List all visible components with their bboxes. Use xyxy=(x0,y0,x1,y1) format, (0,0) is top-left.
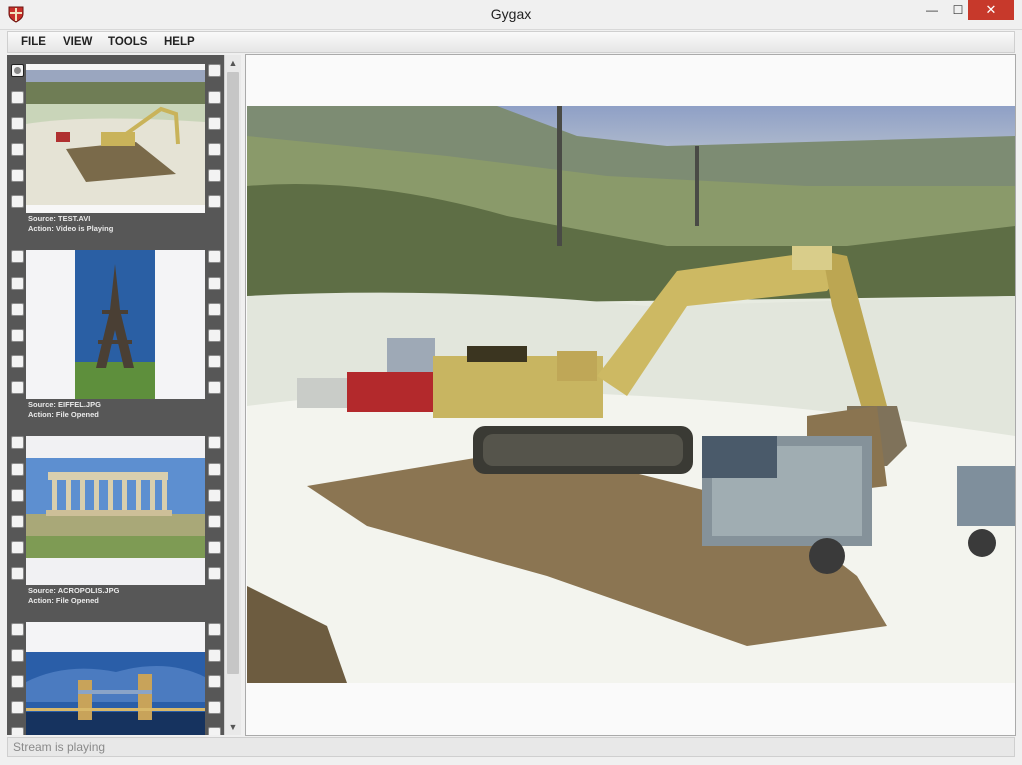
sprocket-hole xyxy=(208,250,221,263)
sprocket-hole xyxy=(208,567,221,580)
sprocket-hole xyxy=(208,91,221,104)
sprocket-hole xyxy=(208,303,221,316)
menu-help[interactable]: HELP xyxy=(164,36,195,48)
sprocket-hole xyxy=(11,329,24,342)
sprocket-hole xyxy=(11,623,24,636)
sprocket-hole xyxy=(11,381,24,394)
frame-source-label: Source: ACROPOLIS.JPG xyxy=(28,586,120,595)
window-title: Gygax xyxy=(490,6,532,22)
scroll-up-arrow-icon[interactable]: ▲ xyxy=(225,55,241,71)
film-strip-scrollbar[interactable]: ▲ ▼ xyxy=(224,55,241,735)
sprocket-hole xyxy=(208,117,221,130)
tower-bridge-thumbnail xyxy=(26,622,205,735)
status-bar: Stream is playing xyxy=(7,737,1015,757)
sprocket-hole xyxy=(11,727,24,735)
sprocket-hole xyxy=(208,463,221,476)
film-frame-test-avi[interactable] xyxy=(26,64,205,213)
main-viewer[interactable] xyxy=(245,54,1016,736)
sprocket-hole xyxy=(208,489,221,502)
title-bar: Gygax — ☐ ✕ xyxy=(0,0,1022,30)
menu-bar: FILE VIEW TOOLS HELP xyxy=(7,31,1015,53)
menu-tools[interactable]: TOOLS xyxy=(108,36,147,48)
sprocket-hole xyxy=(11,195,24,208)
sprocket-hole xyxy=(11,515,24,528)
sprocket-hole xyxy=(208,675,221,688)
sprocket-hole xyxy=(208,195,221,208)
eiffel-tower-thumbnail xyxy=(26,250,205,399)
sprocket-hole xyxy=(208,623,221,636)
sprocket-hole xyxy=(11,649,24,662)
sprocket-hole xyxy=(208,277,221,290)
sprocket-hole xyxy=(208,381,221,394)
sprocket-hole xyxy=(11,436,24,449)
sprocket-hole xyxy=(208,649,221,662)
menu-view[interactable]: VIEW xyxy=(63,36,92,48)
sprocket-hole xyxy=(208,169,221,182)
sprocket-hole xyxy=(11,489,24,502)
video-frame xyxy=(247,106,1015,683)
frame-action-label: Action: File Opened xyxy=(28,410,99,419)
sprocket-hole xyxy=(208,143,221,156)
sprocket-hole xyxy=(208,727,221,735)
frame-select-radio[interactable] xyxy=(11,64,24,77)
sprocket-hole xyxy=(208,515,221,528)
sprocket-hole xyxy=(11,463,24,476)
film-frame-eiffel-jpg[interactable] xyxy=(26,250,205,399)
excavator-thumbnail xyxy=(26,64,205,213)
sprocket-hole xyxy=(11,567,24,580)
sprocket-hole xyxy=(11,117,24,130)
sprocket-hole xyxy=(11,355,24,368)
film-frame-acropolis-jpg[interactable] xyxy=(26,436,205,585)
frame-source-label: Source: EIFFEL.JPG xyxy=(28,400,101,409)
sprocket-hole xyxy=(11,143,24,156)
sprocket-hole xyxy=(11,675,24,688)
scroll-thumb[interactable] xyxy=(227,72,239,674)
sprocket-hole xyxy=(11,541,24,554)
frame-action-label: Action: File Opened xyxy=(28,596,99,605)
scroll-down-arrow-icon[interactable]: ▼ xyxy=(225,719,241,735)
sprocket-hole xyxy=(208,436,221,449)
sprocket-hole xyxy=(11,303,24,316)
film-strip-panel: Source: TEST.AVI Action: Video is Playin… xyxy=(7,55,224,735)
sprocket-hole xyxy=(11,250,24,263)
minimize-button[interactable]: — xyxy=(918,0,946,20)
acropolis-thumbnail xyxy=(26,436,205,585)
menu-file[interactable]: FILE xyxy=(21,36,46,48)
close-button[interactable]: ✕ xyxy=(968,0,1014,20)
sprocket-hole xyxy=(11,277,24,290)
sprocket-hole xyxy=(208,541,221,554)
sprocket-hole xyxy=(208,64,221,77)
sprocket-hole xyxy=(11,701,24,714)
sprocket-hole xyxy=(208,701,221,714)
sprocket-hole xyxy=(208,355,221,368)
sprocket-hole xyxy=(208,329,221,342)
sprocket-hole xyxy=(11,91,24,104)
frame-source-label: Source: TEST.AVI xyxy=(28,214,91,223)
frame-action-label: Action: Video is Playing xyxy=(28,224,114,233)
status-text: Stream is playing xyxy=(13,740,106,754)
film-frame-4[interactable] xyxy=(26,622,205,735)
sprocket-hole xyxy=(11,169,24,182)
